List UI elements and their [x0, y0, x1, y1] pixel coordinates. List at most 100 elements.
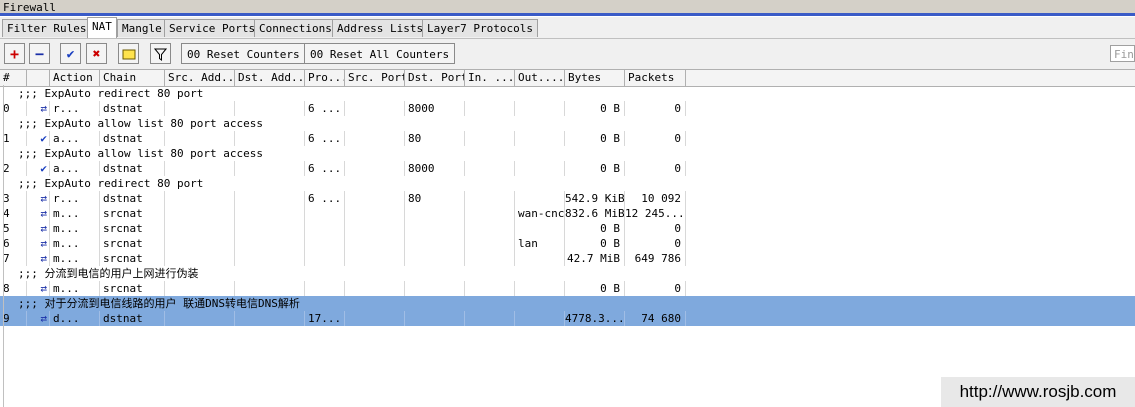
- cell-src-port: [345, 101, 405, 116]
- cell-chain: dstnat: [100, 131, 165, 146]
- rule-comment: ;;; 对于分流到电信线路的用户 联通DNS转电信DNS解析: [18, 297, 300, 310]
- disable-icon[interactable]: ✖: [86, 43, 107, 64]
- cell-bytes: 0 B: [565, 161, 625, 176]
- comment-note-icon: [122, 49, 135, 60]
- col-dst-address[interactable]: Dst. Add...: [235, 70, 305, 86]
- find-input[interactable]: Find: [1110, 45, 1135, 62]
- table-row[interactable]: 2 ✔ a... dstnat 6 ... 8000 0 B0: [0, 161, 1135, 176]
- cell-dst-address: [235, 311, 305, 326]
- cell-number: 1: [0, 131, 27, 146]
- tab-mangle[interactable]: Mangle: [117, 19, 167, 37]
- col-packets[interactable]: Packets: [625, 70, 686, 86]
- col-flags[interactable]: [27, 70, 50, 86]
- cell-dst-port: [405, 236, 465, 251]
- cell-in-interface: [465, 161, 515, 176]
- accept-icon: ✔: [27, 131, 50, 146]
- cell-src-address: [165, 251, 235, 266]
- cell-out-interface: lan: [515, 236, 565, 251]
- cell-src-address: [165, 131, 235, 146]
- table-row[interactable]: 4 ⇄ m... srcnat wan-cnc 832.6 MiB 12 245...: [0, 206, 1135, 221]
- table-row[interactable]: 7 ⇄ m... srcnat 42.7 MiB 649 786: [0, 251, 1135, 266]
- cell-out-interface: [515, 221, 565, 236]
- cell-chain: srcnat: [100, 206, 165, 221]
- col-protocol[interactable]: Pro...: [305, 70, 345, 86]
- cell-out-interface: [515, 311, 565, 326]
- comment-row[interactable]: ;;; 分流到电信的用户上网进行伪装: [0, 266, 1135, 281]
- add-icon[interactable]: +: [4, 43, 25, 64]
- col-number[interactable]: #: [0, 70, 27, 86]
- reset-all-counters-button[interactable]: 00 Reset All Counters: [304, 43, 456, 64]
- cell-in-interface: [465, 191, 515, 206]
- table-row[interactable]: 9 ⇄ d... dstnat 17... 4778.3... 74 680: [0, 311, 1135, 326]
- cell-action: m...: [50, 281, 100, 296]
- cell-bytes: 4778.3...: [565, 311, 625, 326]
- col-in-interface[interactable]: In. ...: [465, 70, 515, 86]
- col-src-port[interactable]: Src. Port: [345, 70, 405, 86]
- cell-chain: srcnat: [100, 221, 165, 236]
- cell-src-address: [165, 281, 235, 296]
- tab-address-lists[interactable]: Address Lists: [332, 19, 429, 37]
- col-src-address[interactable]: Src. Add...: [165, 70, 235, 86]
- cell-in-interface: [465, 251, 515, 266]
- cell-src-port: [345, 281, 405, 296]
- tab-service-ports[interactable]: Service Ports: [164, 19, 261, 37]
- nat-action-icon: ⇄: [27, 236, 50, 251]
- table-left-border: [0, 85, 4, 407]
- cell-in-interface: [465, 281, 515, 296]
- cell-src-address: [165, 236, 235, 251]
- cell-dst-port: [405, 311, 465, 326]
- table-row[interactable]: 3 ⇄ r... dstnat 6 ... 80 542.9 KiB 10 092: [0, 191, 1135, 206]
- comment-row[interactable]: ;;; ExpAuto redirect 80 port: [0, 86, 1135, 101]
- cell-in-interface: [465, 206, 515, 221]
- enable-icon[interactable]: ✔: [60, 43, 81, 64]
- table-row[interactable]: 5 ⇄ m... srcnat 0 B0: [0, 221, 1135, 236]
- comment-row[interactable]: ;;; 对于分流到电信线路的用户 联通DNS转电信DNS解析: [0, 296, 1135, 311]
- cell-dst-port: 8000: [405, 161, 465, 176]
- cell-src-address: [165, 311, 235, 326]
- table-row[interactable]: 6 ⇄ m... srcnat lan 0 B0: [0, 236, 1135, 251]
- tab-connections[interactable]: Connections: [254, 19, 337, 37]
- comment-row[interactable]: ;;; ExpAuto redirect 80 port: [0, 176, 1135, 191]
- cell-bytes: 0 B: [565, 101, 625, 116]
- cell-chain: dstnat: [100, 311, 165, 326]
- col-chain[interactable]: Chain: [100, 70, 165, 86]
- cell-chain: dstnat: [100, 101, 165, 116]
- comment-row[interactable]: ;;; ExpAuto allow list 80 port access: [0, 116, 1135, 131]
- nat-action-icon: ⇄: [27, 311, 50, 326]
- cell-number: 7: [0, 251, 27, 266]
- cell-src-address: [165, 191, 235, 206]
- table-row[interactable]: 8 ⇄ m... srcnat 0 B0: [0, 281, 1135, 296]
- cell-in-interface: [465, 101, 515, 116]
- filter-icon[interactable]: [150, 43, 171, 64]
- cell-packets: 0: [625, 161, 686, 176]
- cell-dst-port: [405, 281, 465, 296]
- table-row[interactable]: 0 ⇄ r... dstnat 6 ... 8000 0 B0: [0, 101, 1135, 116]
- cell-number: 5: [0, 221, 27, 236]
- cell-action: m...: [50, 221, 100, 236]
- tab-nat[interactable]: NAT: [87, 17, 117, 38]
- comment-icon[interactable]: [118, 43, 139, 64]
- cell-out-interface: wan-cnc: [515, 206, 565, 221]
- watermark-url: http://www.rosjb.com: [941, 377, 1135, 407]
- tab-filter-rules[interactable]: Filter Rules: [2, 19, 92, 37]
- tab-bar: Filter Rules NAT Mangle Service Ports Co…: [0, 17, 1135, 38]
- remove-icon[interactable]: −: [29, 43, 50, 64]
- table-row[interactable]: 1 ✔ a... dstnat 6 ... 80 0 B0: [0, 131, 1135, 146]
- cell-packets: 649 786: [625, 251, 686, 266]
- rule-comment: ;;; ExpAuto redirect 80 port: [18, 87, 204, 100]
- cell-dst-address: [235, 251, 305, 266]
- reset-counters-button[interactable]: 00 Reset Counters: [181, 43, 306, 64]
- comment-row[interactable]: ;;; ExpAuto allow list 80 port access: [0, 146, 1135, 161]
- cell-protocol: [305, 281, 345, 296]
- col-dst-port[interactable]: Dst. Port: [405, 70, 465, 86]
- table-header: # Action Chain Src. Add... Dst. Add... P…: [0, 69, 1135, 87]
- col-bytes[interactable]: Bytes: [565, 70, 625, 86]
- tab-layer7-protocols[interactable]: Layer7 Protocols: [422, 19, 538, 37]
- cell-chain: srcnat: [100, 251, 165, 266]
- cell-chain: dstnat: [100, 161, 165, 176]
- cell-bytes: 832.6 MiB: [565, 206, 625, 221]
- col-out-interface[interactable]: Out....: [515, 70, 565, 86]
- cell-dst-address: [235, 281, 305, 296]
- cell-dst-address: [235, 236, 305, 251]
- col-action[interactable]: Action: [50, 70, 100, 86]
